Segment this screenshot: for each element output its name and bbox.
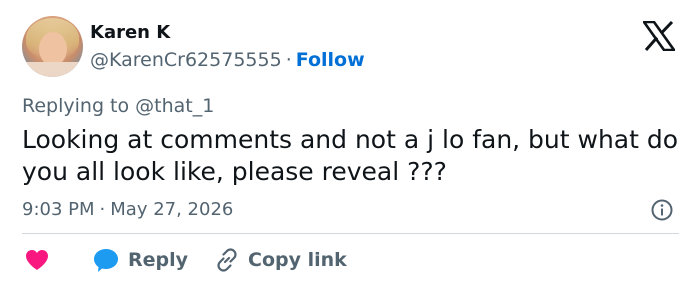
avatar-shoulders [22, 62, 83, 77]
timestamp-separator: · [99, 199, 106, 220]
info-icon[interactable] [650, 198, 674, 222]
post-text: Looking at comments and not a j lo fan, … [22, 125, 679, 186]
avatar-face [39, 32, 67, 66]
reply-label: Reply [128, 249, 189, 271]
copy-link-button[interactable]: Copy link [214, 246, 347, 274]
handle-separator: · [285, 49, 292, 71]
post-timestamp[interactable]: 9:03 PM · May 27, 2026 [22, 198, 233, 222]
author-name[interactable]: Karen K [90, 22, 170, 44]
post-time: 9:03 PM [22, 199, 95, 220]
copy-link-label: Copy link [248, 249, 347, 271]
embedded-post-card: Karen K @KarenCr62575555 · Follow Replying… [0, 0, 700, 287]
post-date: May 27, 2026 [110, 199, 234, 220]
link-icon [217, 248, 237, 272]
x-logo-icon[interactable] [643, 21, 675, 51]
author-handle-row: @KarenCr62575555 · Follow [90, 48, 365, 72]
speech-bubble-icon [94, 249, 118, 272]
author-avatar[interactable] [22, 16, 83, 77]
replying-to-text: Replying to @that_1 [22, 95, 215, 117]
like-button[interactable] [24, 246, 50, 274]
divider [22, 233, 679, 234]
author-handle[interactable]: @KarenCr62575555 [90, 49, 282, 71]
follow-button[interactable]: Follow [296, 49, 365, 71]
reply-button[interactable]: Reply [92, 246, 188, 274]
post-actions: Reply Copy link [22, 246, 682, 274]
heart-icon [26, 250, 48, 270]
